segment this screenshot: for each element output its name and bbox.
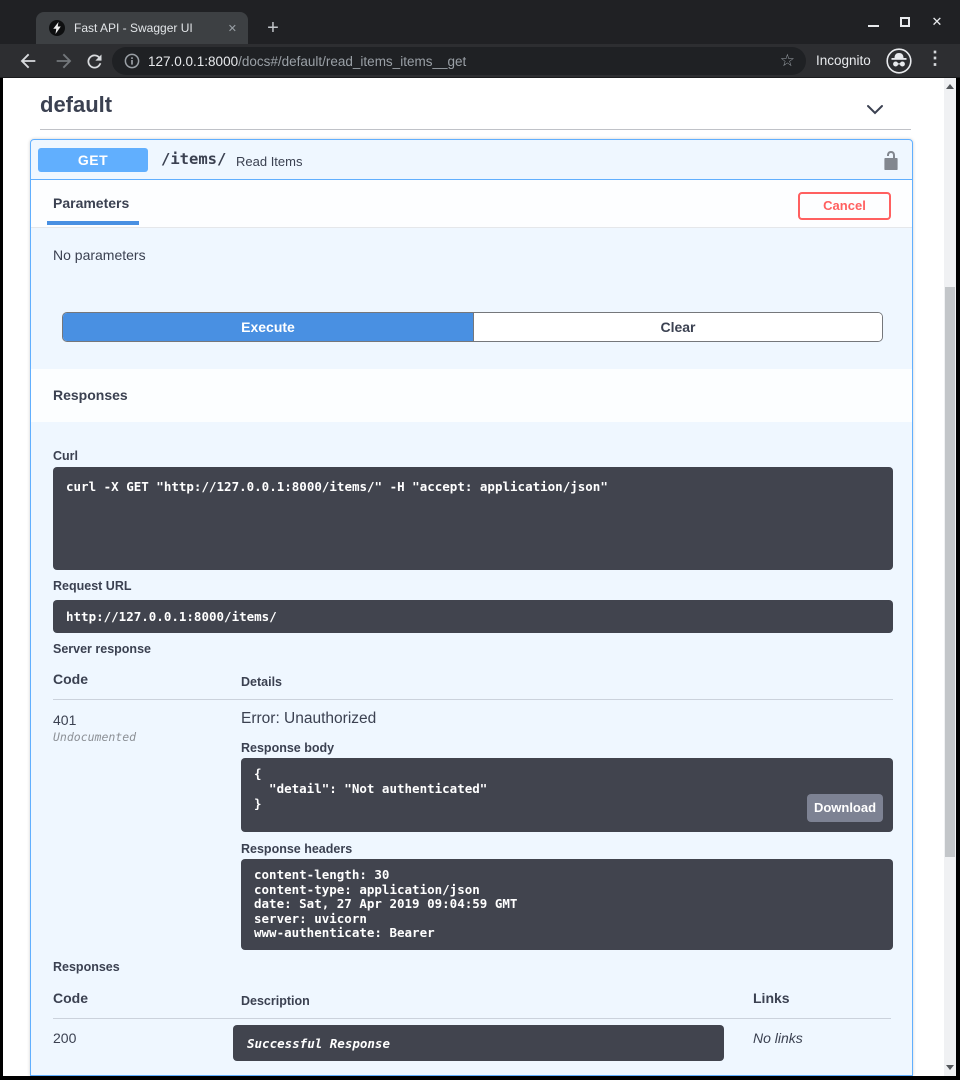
request-url-label: Request URL	[53, 579, 131, 593]
execute-button[interactable]: Execute	[63, 313, 473, 341]
maximize-icon	[900, 17, 910, 27]
fastapi-favicon-icon	[49, 20, 65, 36]
response-body-block: { "detail": "Not authenticated" } Downlo…	[241, 758, 893, 832]
no-parameters-text: No parameters	[53, 247, 146, 263]
response-header-line: date: Sat, 27 Apr 2019 09:04:59 GMT	[241, 897, 893, 912]
section-title: default	[40, 92, 112, 118]
endpoint-summary: Read Items	[236, 154, 302, 169]
response-body-line: {	[241, 758, 893, 781]
curl-command: curl -X GET "http://127.0.0.1:8000/items…	[53, 467, 893, 494]
opblock-summary[interactable]: GET /items/ Read Items	[31, 140, 912, 180]
tab-close-icon[interactable]: ✕	[228, 22, 237, 35]
tab-title: Fast API - Swagger UI	[74, 21, 228, 35]
response-description: Error: Unauthorized	[241, 710, 376, 728]
window-close-button[interactable]: ✕	[926, 11, 948, 33]
section-collapse-button[interactable]	[864, 100, 886, 125]
url-host: 127.0.0.1:8000	[148, 54, 238, 69]
parameters-tab-header: Parameters Cancel	[31, 180, 912, 228]
responses-section-header: Responses	[31, 369, 912, 422]
code-column-header: Code	[53, 671, 88, 687]
endpoint-path: /items/	[161, 150, 226, 168]
forward-button[interactable]	[52, 49, 76, 73]
page-scrollbar[interactable]	[944, 78, 956, 1076]
section-divider	[40, 129, 911, 130]
response-header-line: server: uvicorn	[241, 912, 893, 927]
chevron-down-icon	[864, 100, 886, 120]
address-bar[interactable]: 127.0.0.1:8000/docs#/default/read_items_…	[112, 47, 806, 75]
back-button[interactable]	[16, 49, 40, 73]
execute-wrapper: Execute Clear	[62, 312, 883, 342]
server-response-label: Server response	[53, 642, 151, 656]
response-headers-block: content-length: 30 content-type: applica…	[241, 859, 893, 950]
download-button[interactable]: Download	[807, 794, 883, 822]
opblock-get-items: GET /items/ Read Items Parameters Cancel…	[30, 139, 913, 1076]
forward-arrow-icon	[53, 50, 75, 72]
curl-label: Curl	[53, 449, 78, 463]
method-badge: GET	[38, 148, 148, 172]
response-header-line: www-authenticate: Bearer	[241, 926, 893, 941]
links-column-header: Links	[753, 990, 790, 1006]
browser-titlebar: Fast API - Swagger UI ✕ + ✕	[0, 0, 960, 44]
minimize-icon	[868, 25, 879, 27]
unlocked-padlock-icon	[881, 150, 901, 170]
table-divider	[53, 1018, 891, 1019]
table-divider	[53, 699, 893, 700]
doc-links-text: No links	[753, 1030, 803, 1046]
details-column-header: Details	[241, 675, 282, 689]
response-header-line: content-type: application/json	[241, 883, 893, 898]
url-path: /docs#/default/read_items_items__get	[238, 54, 466, 69]
doc-description-block: Successful Response	[233, 1025, 724, 1061]
browser-toolbar: 127.0.0.1:8000/docs#/default/read_items_…	[0, 44, 960, 78]
bookmark-star-icon[interactable]: ☆	[780, 51, 795, 71]
scrollbar-up-arrow-icon[interactable]	[946, 84, 954, 89]
reload-button[interactable]	[82, 49, 106, 73]
code-column-header: Code	[53, 990, 88, 1006]
request-url-block: http://127.0.0.1:8000/items/	[53, 600, 893, 633]
auth-unlock-button[interactable]	[881, 150, 901, 175]
incognito-label: Incognito	[816, 53, 871, 68]
window-minimize-button[interactable]	[862, 11, 884, 33]
reload-icon	[84, 51, 105, 72]
cancel-button[interactable]: Cancel	[798, 192, 891, 220]
description-column-header: Description	[241, 994, 310, 1008]
active-tab-underline	[47, 221, 139, 225]
response-status-code: 401	[53, 712, 76, 728]
page-info-icon[interactable]	[124, 53, 140, 69]
tab-parameters[interactable]: Parameters	[53, 195, 129, 211]
back-arrow-icon	[17, 50, 39, 72]
request-url-value: http://127.0.0.1:8000/items/	[53, 600, 893, 624]
curl-block[interactable]: curl -X GET "http://127.0.0.1:8000/items…	[53, 467, 893, 570]
response-body-label: Response body	[241, 741, 334, 755]
clear-button[interactable]: Clear	[473, 313, 882, 341]
undocumented-label: Undocumented	[53, 730, 136, 744]
documented-responses-label: Responses	[53, 960, 120, 974]
scrollbar-thumb[interactable]	[945, 287, 955, 857]
window-maximize-button[interactable]	[894, 11, 916, 33]
new-tab-button[interactable]: +	[260, 17, 286, 41]
response-body-line: }	[241, 796, 893, 811]
response-header-line: content-length: 30	[241, 859, 893, 883]
response-headers-label: Response headers	[241, 842, 352, 856]
swagger-page: default GET /items/ Read Items Parameter…	[3, 78, 956, 1076]
scrollbar-down-arrow-icon[interactable]	[946, 1065, 954, 1070]
doc-status-code: 200	[53, 1030, 76, 1046]
response-body-line: "detail": "Not authenticated"	[241, 781, 893, 796]
browser-menu-icon[interactable]: ⋮	[926, 48, 944, 69]
browser-tab[interactable]: Fast API - Swagger UI ✕	[36, 12, 248, 44]
incognito-icon	[886, 48, 912, 74]
responses-title: Responses	[53, 387, 128, 403]
doc-description-text: Successful Response	[233, 1025, 724, 1051]
